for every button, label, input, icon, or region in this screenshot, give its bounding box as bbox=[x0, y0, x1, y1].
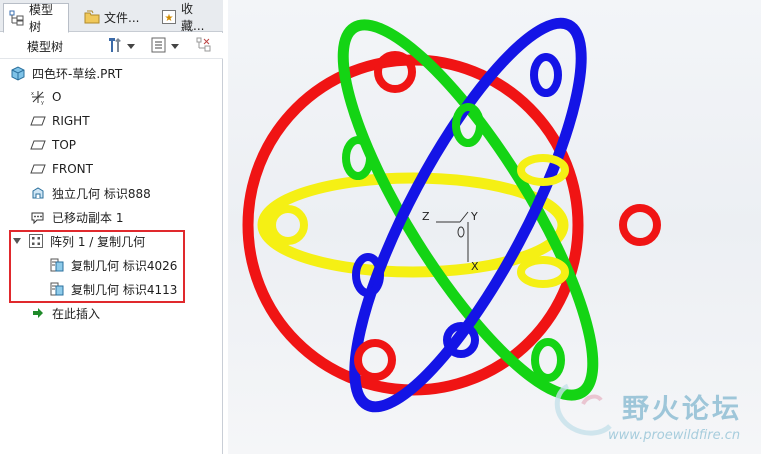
tree-item-top-plane[interactable]: TOP bbox=[30, 134, 76, 156]
csys-icon: xy bbox=[30, 89, 46, 106]
list-settings-icon bbox=[150, 36, 168, 57]
tab-label: 文件... bbox=[104, 10, 140, 25]
chevron-down-icon bbox=[171, 43, 179, 49]
tree-item-front-plane[interactable]: FRONT bbox=[30, 158, 93, 180]
tab-label: 模型树 bbox=[29, 3, 54, 34]
red-link-ring-right bbox=[619, 204, 661, 246]
tree-item-moved-copy[interactable]: 已移动副本 1 bbox=[30, 206, 123, 228]
favorites-icon: ★ bbox=[161, 9, 177, 25]
tree-item-label: 已移动副本 1 bbox=[52, 210, 124, 225]
tree-item-copy-geometry-4026[interactable]: 复制几何 标识4026 bbox=[49, 254, 177, 276]
tab-model-tree[interactable]: 模型树 bbox=[3, 3, 69, 34]
watermark-url: www.proewildfire.cn bbox=[608, 428, 741, 443]
moved-copy-icon bbox=[30, 209, 46, 225]
folder-icon bbox=[84, 9, 100, 25]
tree-item-label: RIGHT bbox=[52, 114, 90, 128]
tree-item-label: 独立几何 标识888 bbox=[52, 186, 151, 201]
datum-plane-icon bbox=[30, 161, 46, 177]
tree-item-label: TOP bbox=[52, 138, 77, 152]
pattern-icon bbox=[28, 233, 44, 249]
green-link-ring bbox=[342, 136, 374, 180]
yellow-link-ring bbox=[517, 256, 569, 288]
yellow-link-ring-left bbox=[268, 205, 308, 245]
copy-geometry-icon bbox=[49, 281, 65, 297]
model-tree-toolbar: 模型树 bbox=[0, 33, 223, 59]
tree-item-label: FRONT bbox=[52, 162, 93, 176]
part-icon bbox=[10, 65, 26, 81]
tree-root-part[interactable]: 四色环-草绘.PRT bbox=[10, 62, 122, 84]
panel-tab-bar: 模型树 文件... ★ 收藏... bbox=[0, 0, 223, 34]
tab-folder-browser[interactable]: 文件... bbox=[78, 3, 150, 31]
tree-item-right-plane[interactable]: RIGHT bbox=[30, 110, 90, 132]
svg-text:★: ★ bbox=[165, 13, 174, 24]
tree-item-pattern[interactable]: 阵列 1 / 复制几何 bbox=[12, 230, 145, 252]
copy-geometry-icon bbox=[49, 257, 65, 273]
tree-item-label: 复制几何 标识4113 bbox=[71, 282, 178, 297]
tree-item-label: 阵列 1 / 复制几何 bbox=[50, 234, 146, 249]
tree-filter-button[interactable] bbox=[195, 36, 213, 56]
tab-label: 收藏... bbox=[181, 2, 205, 33]
tree-filter-icon bbox=[195, 36, 213, 57]
toolbar-title: 模型树 bbox=[27, 40, 64, 54]
tree-item-label: 在此插入 bbox=[52, 306, 101, 321]
tree-item-label: O bbox=[52, 90, 62, 104]
csys-x-label: X bbox=[471, 260, 479, 273]
tree-item-label: 复制几何 标识4026 bbox=[71, 258, 178, 273]
csys-z-label: Z bbox=[422, 210, 430, 223]
svg-text:x: x bbox=[31, 91, 34, 97]
model-tree-panel: 模型树 文件... ★ 收藏... 模型树 四色环-草绘.PRT x y O R… bbox=[0, 0, 223, 454]
tree-item-label: 四色环-草绘.PRT bbox=[32, 66, 123, 81]
arrow-right-icon bbox=[30, 305, 46, 321]
tree-item-copy-geometry-4113[interactable]: 复制几何 标识4113 bbox=[49, 278, 177, 300]
red-link-ring-bottom bbox=[354, 339, 396, 381]
tab-favorites[interactable]: ★ 收藏... bbox=[155, 2, 221, 33]
tree-item-csys[interactable]: xy O bbox=[30, 86, 61, 108]
datum-plane-icon bbox=[30, 113, 46, 129]
watermark-title: 野火论坛 bbox=[622, 394, 742, 425]
blue-link-ring bbox=[530, 53, 562, 97]
datum-plane-icon bbox=[30, 137, 46, 153]
show-dropdown-button[interactable] bbox=[150, 36, 179, 56]
tree-insert-here[interactable]: 在此插入 bbox=[30, 302, 100, 324]
tree-item-independent-geometry[interactable]: 独立几何 标识888 bbox=[30, 182, 151, 204]
chevron-down-icon bbox=[127, 43, 135, 49]
expand-triangle-icon[interactable] bbox=[12, 233, 24, 249]
tools-icon bbox=[106, 36, 124, 57]
model-tree-icon bbox=[9, 10, 25, 26]
independent-geometry-icon bbox=[30, 185, 46, 201]
settings-dropdown-button[interactable] bbox=[106, 36, 135, 56]
green-link-ring bbox=[531, 338, 565, 382]
svg-text:y: y bbox=[41, 100, 44, 105]
csys-y-label: Y bbox=[470, 210, 478, 223]
